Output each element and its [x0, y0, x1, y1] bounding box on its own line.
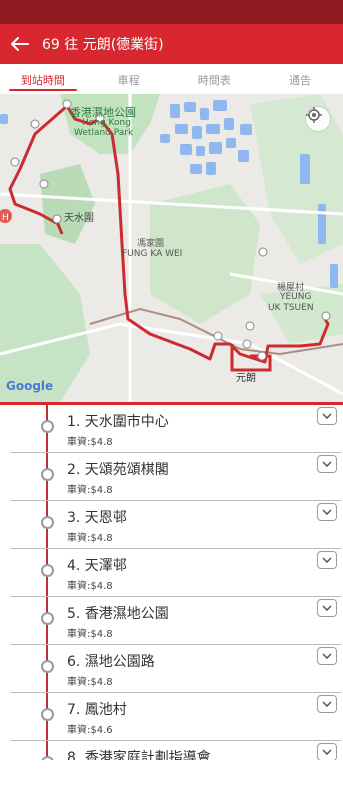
- stop-name: 8. 香港家庭計劃指導會: [67, 750, 211, 760]
- chevron-down-icon[interactable]: [317, 647, 337, 665]
- stop-name: 2. 天頌苑頌棋閣: [67, 462, 169, 478]
- tab-timetable[interactable]: 時間表: [172, 64, 258, 94]
- list-item[interactable]: 2. 天頌苑頌棋閣 車資:$4.8: [10, 453, 341, 501]
- map-label-yeungukt-en1: YEUNG: [280, 292, 312, 302]
- stop-dot-icon: [41, 420, 54, 433]
- stop-fare: 車資:$4.6: [67, 725, 113, 736]
- stop-fare: 車資:$4.8: [67, 629, 113, 640]
- chevron-down-icon[interactable]: [317, 455, 337, 473]
- list-item[interactable]: 4. 天澤邨 車資:$4.8: [10, 549, 341, 597]
- stop-list[interactable]: 1. 天水圍市中心 車資:$4.8 2. 天頌苑頌棋閣 車資:$4.8 3. 天…: [0, 405, 343, 760]
- bottom-area: [0, 760, 343, 800]
- arrow-left-icon[interactable]: [10, 34, 30, 54]
- map-label-fungkawai: 馮家圍: [137, 239, 165, 249]
- map-label-yeungukt-en2: UK TSUEN: [268, 303, 314, 313]
- list-item[interactable]: 3. 天恩邨 車資:$4.8: [10, 501, 341, 549]
- stop-fare: 車資:$4.8: [67, 437, 113, 448]
- stop-name: 3. 天恩邨: [67, 510, 127, 526]
- map-label-wetland-en1: Hong Kong: [82, 118, 131, 128]
- list-item[interactable]: 6. 濕地公園路 車資:$4.8: [10, 645, 341, 693]
- app-bar: 69 往 元朗(德業街): [0, 24, 343, 64]
- tab-journey[interactable]: 車程: [86, 64, 172, 94]
- stop-dot-icon: [41, 468, 54, 481]
- stop-name: 1. 天水圍市中心: [67, 414, 169, 430]
- stop-name: 7. 鳳池村: [67, 702, 127, 718]
- map-label-fungkawai-en: FUNG KA WEI: [122, 249, 183, 259]
- stop-dot-icon: [41, 564, 54, 577]
- map-canvas: H: [0, 94, 343, 402]
- list-item[interactable]: 7. 鳳池村 車資:$4.6: [10, 693, 341, 741]
- stop-dot-icon: [41, 612, 54, 625]
- stop-fare: 車資:$4.8: [67, 533, 113, 544]
- stop-fare: 車資:$4.8: [67, 677, 113, 688]
- page-title: 69 往 元朗(德業街): [42, 37, 164, 53]
- list-item[interactable]: 1. 天水圍市中心 車資:$4.8: [10, 405, 341, 453]
- status-bar: [0, 0, 343, 24]
- svg-text:H: H: [2, 213, 9, 223]
- stop-name: 6. 濕地公園路: [67, 654, 155, 670]
- locate-icon[interactable]: [305, 106, 331, 132]
- tab-bar: 到站時間 車程 時間表 通告: [0, 64, 343, 94]
- chevron-down-icon[interactable]: [317, 743, 337, 760]
- chevron-down-icon[interactable]: [317, 695, 337, 713]
- tab-eta[interactable]: 到站時間: [0, 64, 86, 94]
- chevron-down-icon[interactable]: [317, 503, 337, 521]
- stop-fare: 車資:$4.8: [67, 485, 113, 496]
- map-label-yuenlong: 元朗: [236, 373, 256, 384]
- stop-name: 4. 天澤邨: [67, 558, 127, 574]
- stop-dot-icon: [41, 708, 54, 721]
- chevron-down-icon[interactable]: [317, 599, 337, 617]
- list-item[interactable]: 5. 香港濕地公園 車資:$4.8: [10, 597, 341, 645]
- stop-name: 5. 香港濕地公園: [67, 606, 169, 622]
- route-map[interactable]: H 香港濕地公園 Hong Kong Wetland Park 天水圍 馮家圍 …: [0, 94, 343, 402]
- map-label-tinshuiwai: 天水圍: [64, 213, 94, 224]
- stop-fare: 車資:$4.8: [67, 581, 113, 592]
- list-item[interactable]: 8. 香港家庭計劃指導會: [10, 741, 341, 760]
- chevron-down-icon[interactable]: [317, 551, 337, 569]
- tab-notice[interactable]: 通告: [257, 64, 343, 94]
- stop-dot-icon: [41, 516, 54, 529]
- stop-dot-icon: [41, 660, 54, 673]
- google-logo: Google: [6, 379, 54, 393]
- chevron-down-icon[interactable]: [317, 407, 337, 425]
- map-label-wetland-en2: Wetland Park: [74, 128, 134, 138]
